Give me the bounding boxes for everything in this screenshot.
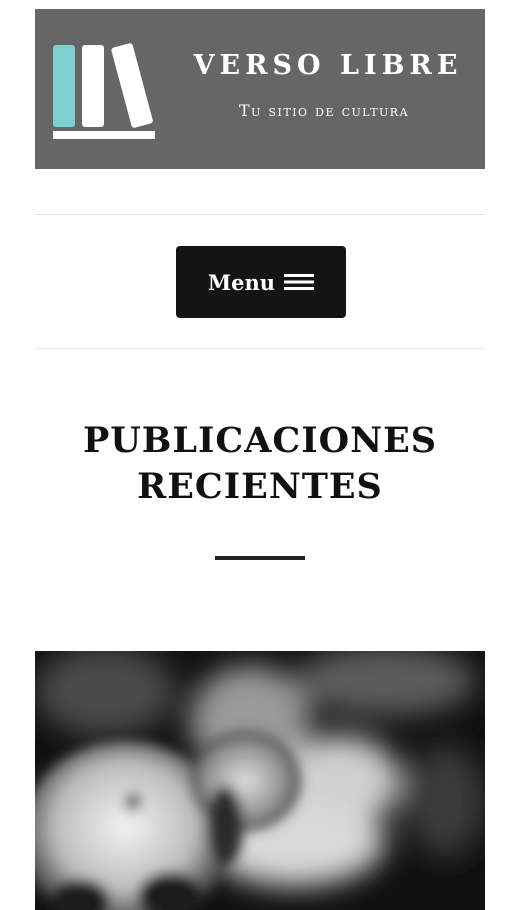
section-title: PUBLICACIONES RECIENTES — [82, 420, 438, 507]
menu-label: Menu — [207, 269, 276, 295]
books-icon — [53, 43, 155, 139]
site-header-banner[interactable]: VERSO LIBRE Tu sitio de cultura — [35, 9, 485, 169]
divider-bottom — [35, 348, 485, 349]
menu-button[interactable]: Menu — [176, 246, 346, 318]
hamburger-icon — [284, 274, 315, 290]
divider-top — [35, 214, 485, 215]
site-tagline: Tu sitio de cultura — [238, 101, 410, 120]
featured-post-image[interactable] — [35, 651, 485, 910]
photo-thumbnail — [35, 651, 485, 910]
site-title[interactable]: VERSO LIBRE — [188, 50, 468, 81]
title-underline — [215, 556, 305, 560]
